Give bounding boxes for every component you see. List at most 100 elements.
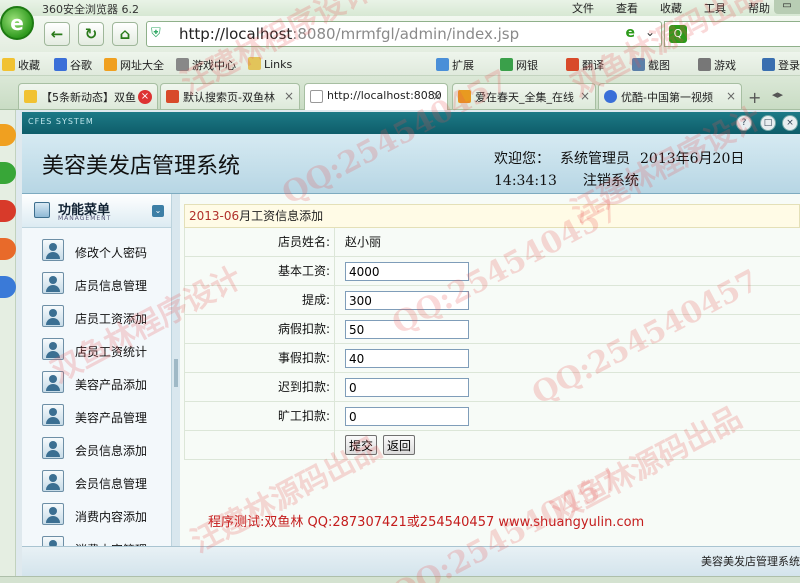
splitter-grip[interactable] xyxy=(174,359,178,387)
back-button[interactable]: ← xyxy=(44,22,70,46)
absence-deduction-label: 旷工扣款: xyxy=(185,402,335,430)
ext-translate[interactable]: 翻译 xyxy=(566,57,604,73)
close-icon[interactable]: × xyxy=(782,115,798,131)
user-icon xyxy=(42,404,64,426)
tab-sohu[interactable]: 爱在春天_全集_在线 × xyxy=(452,83,596,109)
app-header: 美容美发店管理系统 欢迎您： 系统管理员 2013年6月20日 14:34:13 注销… xyxy=(22,134,800,194)
late-deduction-input[interactable] xyxy=(345,378,469,397)
fav-games-center[interactable]: 游戏中心 xyxy=(176,57,236,73)
logout-link[interactable]: 注销系统 xyxy=(583,173,639,189)
new-tab-button[interactable]: + xyxy=(748,88,761,107)
folder-icon xyxy=(248,57,261,70)
ext-bank[interactable]: 网银 xyxy=(500,57,538,73)
sidebar-tool-icon[interactable] xyxy=(0,276,16,298)
submit-button[interactable]: 提交 xyxy=(345,435,378,455)
browser-title: 360安全浏览器 6.2 xyxy=(42,3,139,16)
favorites-bar: 收藏 谷歌 网址大全 游戏中心 Links 扩展 网银 翻译 截图 游戏 登录 xyxy=(0,52,800,76)
tab-scroll-icon[interactable]: ◂▸ xyxy=(772,88,783,101)
time-line: 14:34:13 注销系统 xyxy=(494,170,639,190)
form-row-late: 迟到扣款: xyxy=(184,373,800,402)
ie-mode-icon[interactable]: e xyxy=(626,25,636,41)
sidebar-item-member-add[interactable]: 会员信息添加 xyxy=(42,434,170,464)
form-row-commission: 提成: xyxy=(184,286,800,315)
menu-view[interactable]: 查看 xyxy=(616,0,638,16)
sick-deduction-input[interactable] xyxy=(345,320,469,339)
menu-file[interactable]: 文件 xyxy=(572,0,594,16)
personal-deduction-input[interactable] xyxy=(345,349,469,368)
tab-youku[interactable]: 优酷-中国第一视频 × xyxy=(598,83,742,109)
tab-weibo[interactable]: 【5条新动态】双鱼 × xyxy=(18,83,158,109)
menu-favorites[interactable]: 收藏 xyxy=(660,0,682,16)
address-url[interactable]: http://localhost:8080/mrmfgl/admin/index… xyxy=(179,25,519,43)
sidebar-item-product-add[interactable]: 美容产品添加 xyxy=(42,368,170,398)
sidebar-item-change-password[interactable]: 修改个人密码 xyxy=(42,236,170,266)
ext-screenshot[interactable]: 截图 xyxy=(632,57,670,73)
home-button[interactable]: ⌂ xyxy=(112,22,138,46)
sidebar-item-employee-manage[interactable]: 店员信息管理 xyxy=(42,269,170,299)
sidebar-game-icon[interactable] xyxy=(0,238,16,260)
page-title: 美容美发店管理系统 xyxy=(42,154,241,179)
welcome-line: 欢迎您： 系统管理员 2013年6月20日 xyxy=(494,148,754,168)
sidebar-splitter[interactable] xyxy=(172,194,180,583)
commission-input[interactable] xyxy=(345,291,469,310)
gamepad-icon xyxy=(698,58,711,71)
gamepad-icon xyxy=(176,58,189,71)
ext-login[interactable]: 登录 xyxy=(762,57,800,73)
absence-deduction-input[interactable] xyxy=(345,407,469,426)
sick-deduction-label: 病假扣款: xyxy=(185,315,335,343)
fav-links[interactable]: Links xyxy=(248,57,292,71)
search-icon[interactable]: Q xyxy=(669,25,687,43)
ext-games[interactable]: 游戏 xyxy=(698,57,736,73)
close-icon[interactable]: × xyxy=(432,89,442,103)
base-salary-input[interactable] xyxy=(345,262,469,281)
sidebar-item-member-manage[interactable]: 会员信息管理 xyxy=(42,467,170,497)
user-icon xyxy=(42,239,64,261)
search-box[interactable]: Q xyxy=(664,21,800,47)
browser-menubar: 文件 查看 收藏 工具 帮助 xyxy=(572,0,770,16)
fav-collect[interactable]: 收藏 xyxy=(2,57,40,73)
ext-extensions[interactable]: 扩展 xyxy=(436,57,474,73)
sidebar-item-salary-stats[interactable]: 店员工资统计 xyxy=(42,335,170,365)
menu-icon xyxy=(34,202,50,218)
brand-strip-text: CFES SYSTEM xyxy=(28,117,94,126)
fav-google[interactable]: 谷歌 xyxy=(54,57,92,73)
shield-icon: ⛨ xyxy=(151,26,161,41)
sidebar-weibo-icon[interactable] xyxy=(0,200,16,222)
close-icon[interactable]: × xyxy=(580,89,590,103)
chevron-down-icon[interactable]: ⌄ xyxy=(645,25,655,39)
page-icon xyxy=(310,90,323,103)
sidebar-chat-icon[interactable] xyxy=(0,162,16,184)
address-bar[interactable]: ⛨ http://localhost:8080/mrmfgl/admin/ind… xyxy=(146,21,662,47)
collapse-icon[interactable]: ⌄ xyxy=(152,205,164,217)
menu-tools[interactable]: 工具 xyxy=(704,0,726,16)
sidebar-item-product-manage[interactable]: 美容产品管理 xyxy=(42,401,170,431)
user-icon xyxy=(42,338,64,360)
sidebar-item-salary-add[interactable]: 店员工资添加 xyxy=(42,302,170,332)
sidebar-app-icon[interactable] xyxy=(0,124,16,146)
tab-bar: 【5条新动态】双鱼 × 默认搜索页-双鱼林 × http://localhost… xyxy=(0,76,800,110)
form-row-buttons: 提交 返回 xyxy=(184,431,800,460)
maximize-icon[interactable]: □ xyxy=(760,115,776,131)
translate-icon xyxy=(566,58,579,71)
browser-logo-icon[interactable]: e xyxy=(0,6,34,40)
function-menu-subtitle: MANAGEMENT xyxy=(58,215,112,222)
sohu-icon xyxy=(458,90,471,103)
close-icon[interactable]: × xyxy=(284,89,294,103)
refresh-button[interactable]: ↻ xyxy=(78,22,104,46)
salary-form: 店员姓名: 赵小丽 基本工资: 提成: 病假扣款: 事假扣款: 迟到扣款: xyxy=(184,228,800,460)
tab-localhost[interactable]: http://localhost:8080 × xyxy=(304,83,448,110)
user-icon xyxy=(42,470,64,492)
key-icon xyxy=(762,58,775,71)
close-icon[interactable]: × xyxy=(138,90,152,104)
back-button[interactable]: 返回 xyxy=(383,435,416,455)
fav-sites[interactable]: 网址大全 xyxy=(104,57,164,73)
help-icon[interactable]: ? xyxy=(736,115,752,131)
user-icon xyxy=(42,272,64,294)
close-icon[interactable]: × xyxy=(726,89,736,103)
sidebar-item-consume-add[interactable]: 消费内容添加 xyxy=(42,500,170,530)
tab-search[interactable]: 默认搜索页-双鱼林 × xyxy=(160,83,300,109)
menu-help[interactable]: 帮助 xyxy=(748,0,770,16)
welcome-label: 欢迎您： xyxy=(494,151,550,167)
window-restore-button[interactable]: ▭ xyxy=(774,0,800,14)
browser-navbar: ← ↻ ⌂ ⛨ http://localhost:8080/mrmfgl/adm… xyxy=(0,16,800,52)
